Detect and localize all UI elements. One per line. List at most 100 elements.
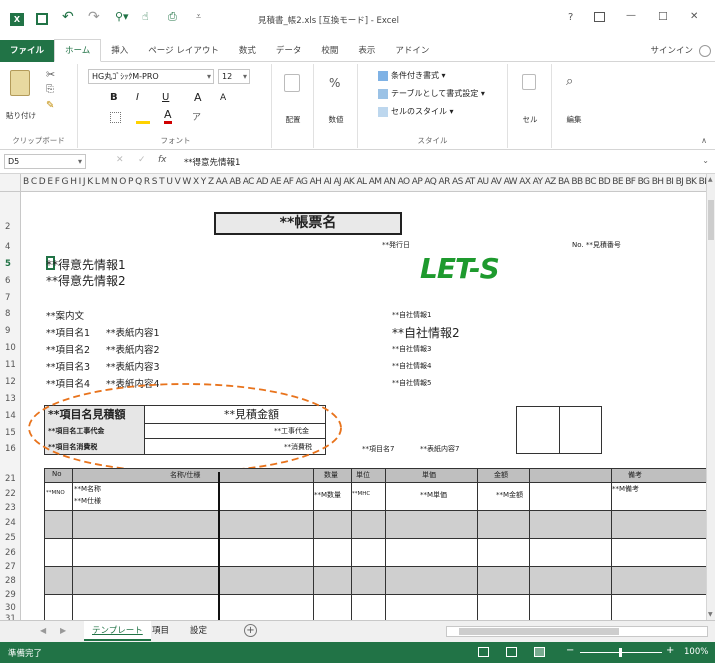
next-sheet-icon[interactable]: ▶ [60,626,66,635]
scroll-up-icon[interactable]: ▲ [708,176,713,183]
sheet-tab-template[interactable]: テンプレート [84,621,151,641]
row-number[interactable]: 12 [0,377,21,387]
horizontal-scroll-thumb[interactable] [459,628,619,635]
ribbon-display-icon[interactable] [594,12,605,22]
row-number[interactable]: 9 [0,326,21,336]
cells-icon[interactable] [522,74,536,90]
fill-color-icon[interactable] [136,111,150,124]
tab-data[interactable]: データ [266,40,312,62]
tab-page-layout[interactable]: ページ レイアウト [138,40,229,62]
zoom-level[interactable]: 100% [684,647,708,657]
zoom-out-icon[interactable]: − [566,645,574,656]
row-number[interactable]: 25 [0,533,21,543]
maximize-button[interactable]: ☐ [658,10,668,23]
redo-icon[interactable]: ↷ [88,9,100,25]
normal-view-icon[interactable] [478,647,489,657]
add-sheet-icon[interactable]: + [244,624,257,637]
name-box[interactable]: D5 ▾ [4,154,86,169]
format-painter-icon[interactable]: ✎ [46,100,54,111]
row-number[interactable]: 16 [0,444,21,454]
customize-qat-icon[interactable]: ⚲▾ [115,10,129,23]
row-number[interactable]: 4 [0,242,21,252]
row-number[interactable]: 11 [0,360,21,370]
phonetic-icon[interactable]: ア [192,110,201,123]
zoom-in-icon[interactable]: + [666,645,674,656]
copy-icon[interactable]: ⎘ [46,84,54,95]
cancel-entry-icon[interactable]: ✕ [116,155,124,165]
row-number[interactable]: 27 [0,562,21,572]
sheet-tab-items[interactable]: 項目 [152,621,169,641]
conditional-format-button[interactable]: 条件付き書式 ▾ [378,70,446,81]
paste-icon[interactable] [10,70,30,96]
editing-label[interactable]: 編集 [556,114,592,125]
row-number[interactable]: 24 [0,518,21,528]
worksheet-grid[interactable]: **帳票名 **発行日 No. **見積番号 **得意先情報1 **得意先情報2… [22,192,706,620]
sign-in-link[interactable]: サインイン [650,40,693,62]
row-number[interactable]: 23 [0,503,21,513]
page-layout-view-icon[interactable] [506,647,517,657]
number-label[interactable]: 数値 [318,114,354,125]
close-button[interactable]: ✕ [690,11,698,22]
binoculars-icon[interactable]: ⌕ [566,74,573,89]
row-number[interactable]: 14 [0,411,21,421]
row-number[interactable]: 21 [0,474,21,484]
alignment-icon[interactable] [284,74,300,92]
font-name-select[interactable]: HG丸ｺﾞｼｯｸM-PRO ▾ [88,69,214,84]
row-number[interactable]: 2 [0,222,21,232]
bold-button[interactable]: B [110,92,118,103]
row-number[interactable]: 10 [0,343,21,353]
italic-button[interactable]: I [136,92,139,103]
cells-label[interactable]: セル [512,114,548,125]
row-number[interactable]: 13 [0,394,21,404]
column-letters[interactable]: B C D E F G H I J K L M N O P Q R S T U … [23,177,706,187]
tab-formulas[interactable]: 数式 [229,40,266,62]
row-number[interactable]: 28 [0,576,21,586]
enter-entry-icon[interactable]: ✓ [138,155,146,165]
undo-icon[interactable]: ↶ [62,9,74,25]
prev-sheet-icon[interactable]: ◀ [40,626,46,635]
help-button[interactable]: ? [568,12,573,23]
vertical-scrollbar[interactable]: ▲ ▼ [706,174,715,620]
tab-view[interactable]: 表示 [348,40,385,62]
border-icon[interactable] [110,112,121,123]
row-number[interactable]: 5 [0,259,21,269]
format-as-table-button[interactable]: テーブルとして書式設定 ▾ [378,88,485,99]
expand-formula-icon[interactable]: ⌄ [702,156,709,165]
horizontal-scrollbar[interactable] [446,626,708,637]
row-number[interactable]: 29 [0,590,21,600]
row-number[interactable]: 30 [0,603,21,613]
font-size-select[interactable]: 12 ▾ [218,69,250,84]
row-number[interactable]: 22 [0,489,21,499]
qat-dropdown-icon[interactable]: ⩡ [196,12,201,22]
percent-icon[interactable]: % [329,76,340,90]
tab-home[interactable]: ホーム [54,39,102,62]
insert-function-icon[interactable]: fx [158,155,167,165]
cell-styles-button[interactable]: セルのスタイル ▾ [378,106,454,117]
scroll-thumb[interactable] [708,200,714,240]
touch-mode-icon[interactable]: ☝ [142,10,149,23]
page-break-view-icon[interactable] [534,647,545,657]
cut-icon[interactable]: ✂ [46,68,55,81]
tab-review[interactable]: 校閲 [311,40,348,62]
sheet-tab-settings[interactable]: 設定 [190,621,207,641]
row-number[interactable]: 8 [0,309,21,319]
zoom-slider-thumb[interactable] [619,648,622,657]
alignment-label[interactable]: 配置 [276,114,310,125]
font-color-icon[interactable]: A [164,109,172,124]
print-preview-icon[interactable]: ⎙ [168,10,177,24]
zoom-slider[interactable] [580,648,662,657]
select-all-corner[interactable] [0,174,21,191]
save-icon[interactable] [36,13,48,25]
scroll-down-icon[interactable]: ▼ [708,611,713,618]
formula-input[interactable]: **得意先情報1 [184,156,240,168]
tab-insert[interactable]: 挿入 [101,40,138,62]
shrink-font-button[interactable]: A [220,93,226,103]
collapse-ribbon-icon[interactable]: ∧ [701,136,707,145]
paste-button-label[interactable]: 貼り付け [4,110,38,121]
minimize-button[interactable]: — [626,10,636,21]
tab-addins[interactable]: アドイン [385,40,439,62]
row-number[interactable]: 15 [0,428,21,438]
row-number[interactable]: 7 [0,293,21,303]
underline-button[interactable]: U [162,92,169,103]
row-number[interactable]: 6 [0,276,21,286]
